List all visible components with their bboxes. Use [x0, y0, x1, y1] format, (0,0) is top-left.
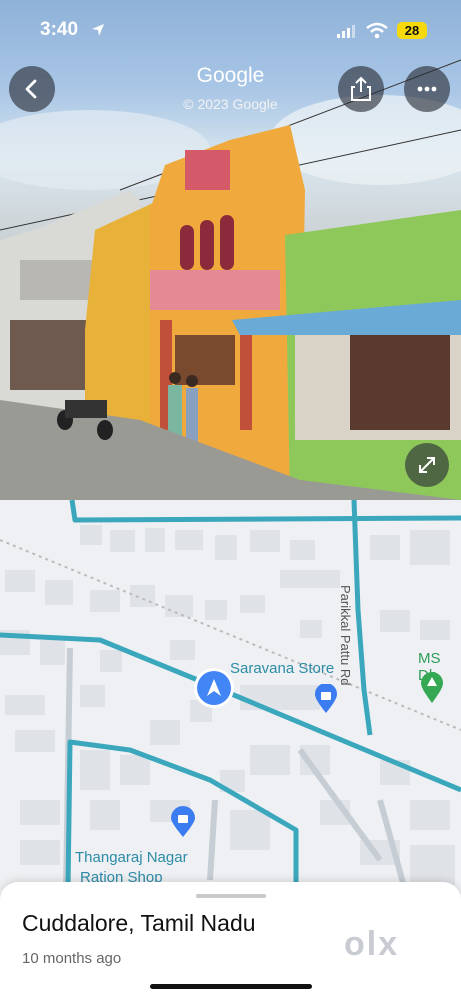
- ration-shop-pin-icon[interactable]: [170, 806, 196, 838]
- expand-button[interactable]: [405, 443, 449, 487]
- header-copyright: © 2023 Google: [183, 96, 278, 112]
- home-indicator: [150, 984, 312, 989]
- road-label: Parikkal Pattu Rd: [338, 585, 353, 686]
- map-canvas: [0, 500, 461, 890]
- battery-indicator: 28: [397, 22, 427, 39]
- map-view[interactable]: Saravana Store Parikkal Pattu Rd MS Dh T…: [0, 500, 461, 890]
- expand-icon: [419, 457, 435, 473]
- sheet-grabber[interactable]: [196, 894, 266, 898]
- capture-time: 10 months ago: [22, 950, 122, 967]
- more-icon: [417, 86, 437, 92]
- more-options-button[interactable]: [404, 66, 450, 112]
- header-title: Google: [196, 64, 265, 87]
- street-view-image[interactable]: 3:40 28 Google © 2023 Google: [0, 0, 461, 500]
- share-button[interactable]: [338, 66, 384, 112]
- shopping-bag-pin-icon[interactable]: [314, 684, 338, 714]
- location-arrow-icon: [92, 24, 104, 36]
- street-view-location-marker[interactable]: [197, 671, 231, 705]
- navigation-arrow-icon: [207, 679, 221, 696]
- clock: 3:40: [40, 19, 79, 40]
- wifi-icon: [366, 22, 388, 39]
- olx-watermark-logo: olx: [344, 925, 400, 963]
- bottom-sheet[interactable]: Cuddalore, Tamil Nadu 10 months ago olx: [0, 882, 461, 998]
- signal-icon: [337, 25, 355, 38]
- ration-shop-label-line1[interactable]: Thangaraj Nagar: [75, 849, 188, 866]
- status-bar: 3:40 28: [0, 0, 461, 60]
- share-icon: [351, 76, 371, 101]
- tree-pin-icon[interactable]: [420, 672, 444, 704]
- place-name: Cuddalore, Tamil Nadu: [22, 910, 256, 936]
- saravana-store-label[interactable]: Saravana Store: [230, 660, 334, 677]
